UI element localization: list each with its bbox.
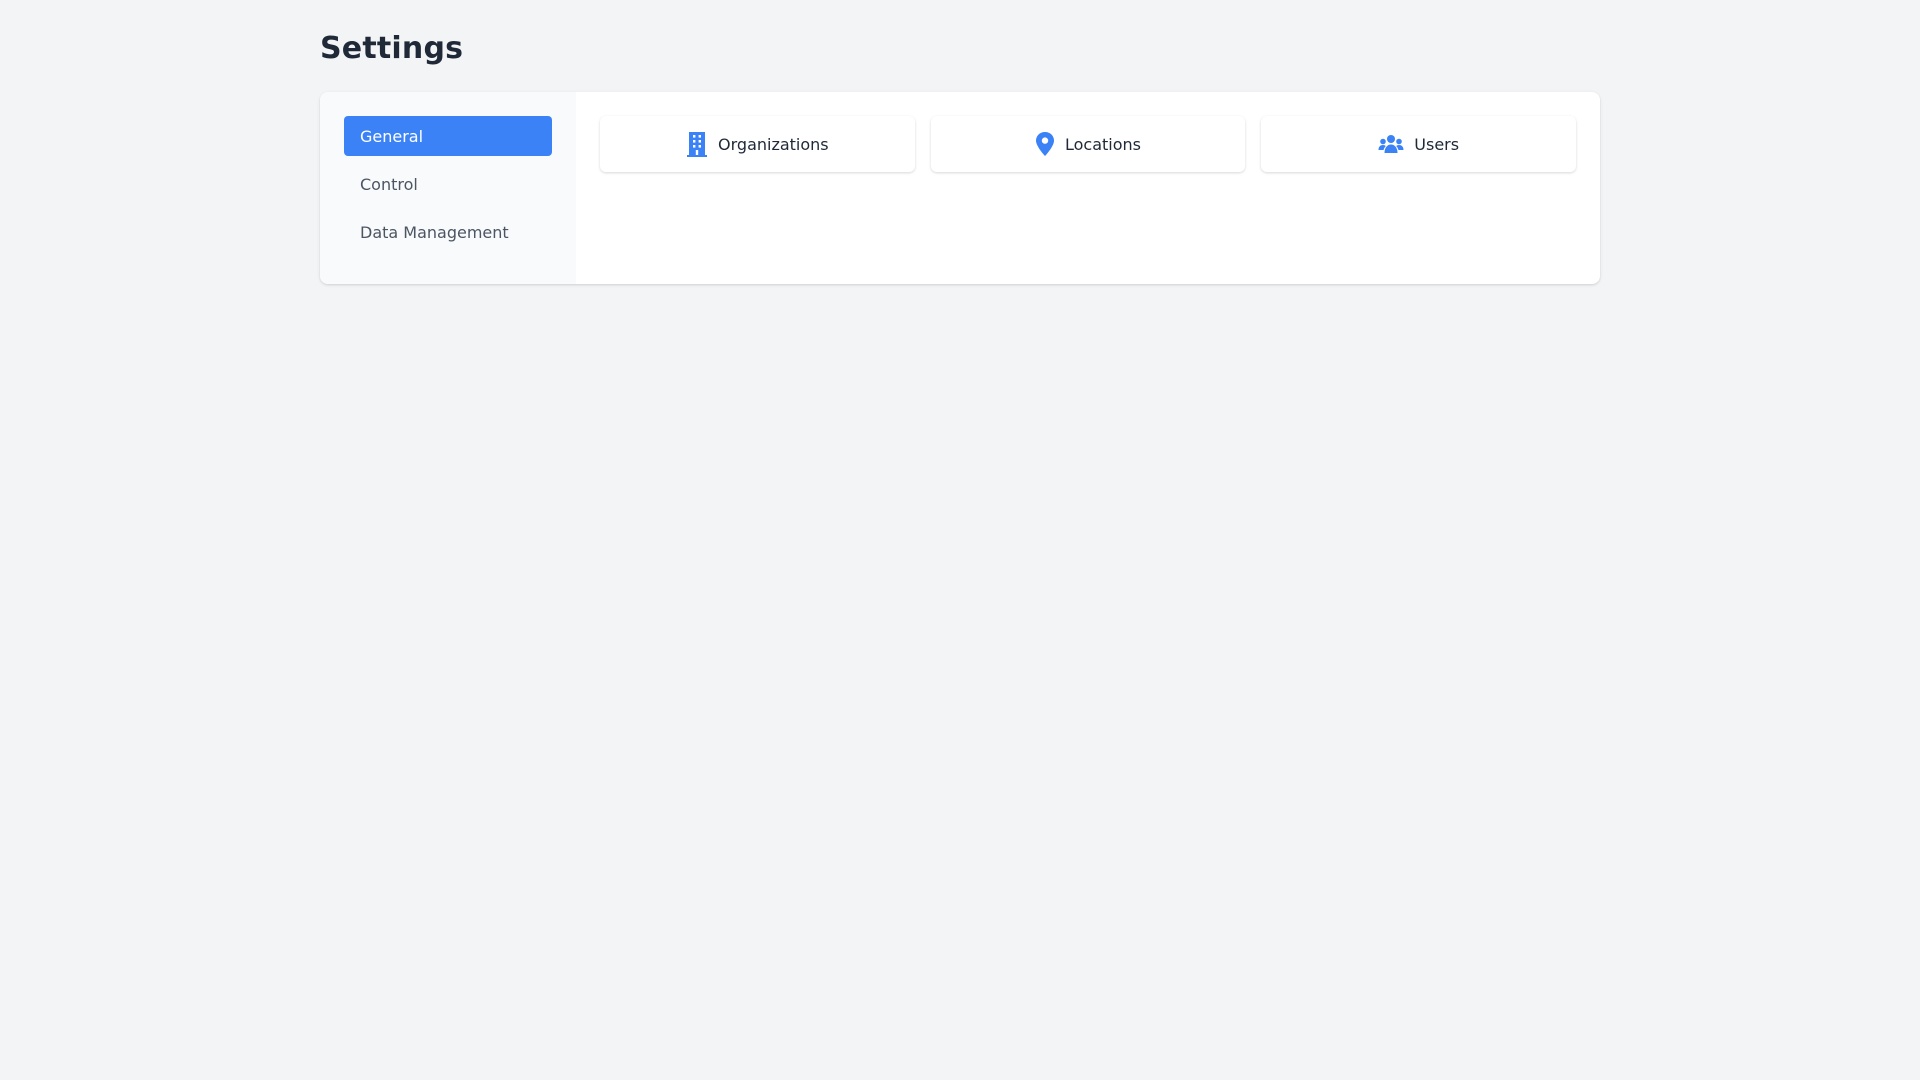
users-icon [1378,134,1404,154]
locations-label: Locations [1065,134,1142,154]
building-icon [686,131,708,157]
settings-panel: General Control Data Management Organiza… [320,92,1600,284]
sidebar-item-data-management[interactable]: Data Management [344,212,552,252]
organizations-card[interactable]: Organizations [600,116,915,172]
page-title: Settings [320,31,464,66]
sidebar-item-label: General [360,126,424,146]
locations-card[interactable]: Locations [930,116,1246,172]
organizations-label: Organizations [718,134,829,154]
settings-sidebar: General Control Data Management [320,92,576,284]
settings-content: Organizations Locations Users [576,92,1600,284]
settings-page: Settings General Control Data Management [320,0,1600,284]
users-card[interactable]: Users [1261,116,1577,172]
sidebar-item-control[interactable]: Control [344,164,552,204]
sidebar-item-general[interactable]: General [344,116,552,156]
sidebar-item-label: Data Management [360,222,509,242]
sidebar-item-label: Control [360,174,418,194]
users-label: Users [1414,134,1460,154]
map-pin-icon [1035,131,1055,157]
